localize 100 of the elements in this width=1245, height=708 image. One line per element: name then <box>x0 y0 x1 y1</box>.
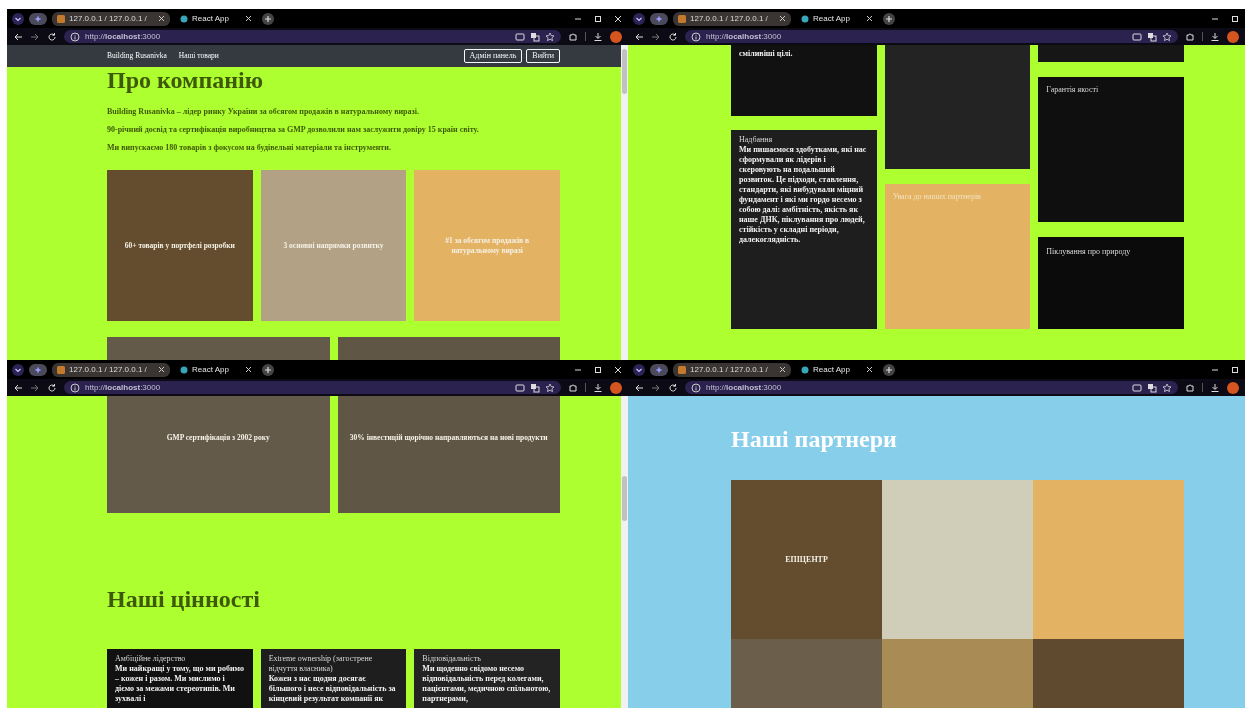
download-icon[interactable] <box>1210 382 1220 393</box>
url-text: http://localhost:3000 <box>85 381 162 394</box>
site-icon <box>57 14 65 23</box>
value-text: сміливіші цілі. <box>739 49 794 59</box>
site-icon <box>801 14 809 23</box>
scrollbar-thumb[interactable] <box>622 476 627 521</box>
info-icon[interactable] <box>691 382 701 393</box>
info-icon[interactable] <box>70 382 80 393</box>
site-icon <box>678 365 686 374</box>
info-icon[interactable] <box>691 31 701 42</box>
close-icon[interactable] <box>866 366 873 373</box>
value-text: Ми пишаємося здобутками, які нас сформували як лідерів і скеровують на подальший розвиток. Це підходи, ставлення, стандарти, які вибудували міцний фундамент і які ми гордо несемо з собою далі: амбітність, якість як наше ДНК, піклування про людей, стійкість у складні періоди, далекоглядність. <box>739 145 868 245</box>
nav-button[interactable]: Вийти <box>526 49 560 63</box>
chevron-down-icon[interactable] <box>12 12 24 25</box>
close-icon[interactable] <box>245 366 252 373</box>
plus-icon[interactable] <box>883 12 895 25</box>
back-arrow-icon[interactable] <box>634 382 644 393</box>
scrollbar-thumb[interactable] <box>622 49 627 94</box>
sparkle-icon[interactable] <box>29 12 47 25</box>
forward-arrow-icon[interactable] <box>30 31 40 42</box>
nav-button[interactable]: Адмін панель <box>463 49 523 63</box>
intro-paragraph: Ми випускаємо 180 товарів з фокусом на будівельні матеріали та інструменти. <box>107 143 392 153</box>
chevron-down-icon[interactable] <box>633 363 645 376</box>
forward-arrow-icon[interactable] <box>651 31 661 42</box>
avatar-icon[interactable] <box>610 381 622 394</box>
avatar-icon[interactable] <box>1227 381 1239 394</box>
close-icon[interactable] <box>613 13 623 24</box>
site-icon <box>180 14 188 23</box>
browser-tab[interactable]: 127.0.0.1 / 127.0.0.1 / <box>673 11 791 26</box>
address-bar[interactable]: http://localhost:3000 <box>64 381 561 394</box>
maximize-icon[interactable] <box>1230 364 1240 375</box>
screen-icon[interactable] <box>515 382 525 393</box>
screen-icon[interactable] <box>515 31 525 42</box>
reload-icon[interactable] <box>47 382 57 393</box>
value-title: Extreme ownership (загострене відчуття власника) <box>268 654 374 674</box>
value-text: Ми найкращі у тому, що ми робимо – кожен і разом. Ми мислимо і діємо за межами стереотипів. Ми зухвалі і <box>115 664 245 704</box>
reload-icon[interactable] <box>668 382 678 393</box>
intro-paragraph: Building Rusanivka – лідер ринку України за обсягом продажів в натуральному виразі. <box>107 107 420 117</box>
close-icon[interactable] <box>158 15 165 22</box>
value-title: Піклування про природу <box>1046 247 1132 257</box>
translate-icon[interactable] <box>1147 31 1157 42</box>
value-title: Увага до наших партнерів <box>892 192 982 202</box>
avatar-icon[interactable] <box>610 30 622 43</box>
plus-icon[interactable] <box>262 363 274 376</box>
address-bar[interactable]: http://localhost:3000 <box>685 381 1178 394</box>
maximize-icon[interactable] <box>593 364 603 375</box>
maximize-icon[interactable] <box>1230 13 1240 24</box>
address-bar[interactable]: http://localhost:3000 <box>685 30 1178 43</box>
value-text: Кожен з нас щодня досягає більшого і несе відповідальність за кінцевий результат компанії як <box>268 674 397 704</box>
close-icon[interactable] <box>866 15 873 22</box>
plus-icon[interactable] <box>883 363 895 376</box>
partner-name: ЕПІЦЕНТР <box>785 553 828 566</box>
address-bar[interactable]: http://localhost:3000 <box>64 30 561 43</box>
translate-icon[interactable] <box>1147 382 1157 393</box>
reload-icon[interactable] <box>47 31 57 42</box>
avatar-icon[interactable] <box>1227 30 1239 43</box>
translate-icon[interactable] <box>530 382 540 393</box>
close-icon[interactable] <box>245 15 252 22</box>
value-title: Відповідальність <box>422 654 482 664</box>
reload-icon[interactable] <box>668 31 678 42</box>
chevron-down-icon[interactable] <box>633 12 645 25</box>
translate-icon[interactable] <box>530 31 540 42</box>
scrollbar[interactable] <box>621 45 628 360</box>
browser-tab[interactable]: 127.0.0.1 / 127.0.0.1 / <box>52 362 170 377</box>
browser-tab[interactable]: 127.0.0.1 / 127.0.0.1 / <box>673 362 791 377</box>
sparkle-icon[interactable] <box>650 363 668 376</box>
info-icon[interactable] <box>70 31 80 42</box>
intro-paragraph: 90-річний досвід та сертифікація виробництва за GMP дозволили нам заслужити довіру 15 країн світу. <box>107 125 480 135</box>
close-icon[interactable] <box>158 366 165 373</box>
url-text: http://localhost:3000 <box>706 381 783 394</box>
download-icon[interactable] <box>1210 31 1220 42</box>
download-icon[interactable] <box>593 382 603 393</box>
back-arrow-icon[interactable] <box>13 382 23 393</box>
screen-icon[interactable] <box>1132 31 1142 42</box>
value-title: Гарантія якості <box>1046 85 1100 95</box>
maximize-icon[interactable] <box>593 13 603 24</box>
close-icon[interactable] <box>613 364 623 375</box>
back-arrow-icon[interactable] <box>634 31 644 42</box>
forward-arrow-icon[interactable] <box>30 382 40 393</box>
value-title: Надбання <box>739 135 774 145</box>
star-icon[interactable] <box>1162 382 1172 393</box>
star-icon[interactable] <box>1162 31 1172 42</box>
url-text: http://localhost:3000 <box>85 30 162 43</box>
star-icon[interactable] <box>545 382 555 393</box>
scrollbar[interactable] <box>621 396 628 708</box>
value-title: Амбіційне лідерство <box>115 654 187 664</box>
browser-tab[interactable]: 127.0.0.1 / 127.0.0.1 / <box>52 11 170 26</box>
screen-icon[interactable] <box>1132 382 1142 393</box>
back-arrow-icon[interactable] <box>13 31 23 42</box>
plus-icon[interactable] <box>262 12 274 25</box>
download-icon[interactable] <box>593 31 603 42</box>
section-heading: Про компанію <box>107 67 265 93</box>
close-icon[interactable] <box>779 15 786 22</box>
chevron-down-icon[interactable] <box>12 363 24 376</box>
sparkle-icon[interactable] <box>29 363 47 376</box>
close-icon[interactable] <box>779 366 786 373</box>
site-icon <box>57 365 65 374</box>
sparkle-icon[interactable] <box>650 12 668 25</box>
star-icon[interactable] <box>545 31 555 42</box>
forward-arrow-icon[interactable] <box>651 382 661 393</box>
